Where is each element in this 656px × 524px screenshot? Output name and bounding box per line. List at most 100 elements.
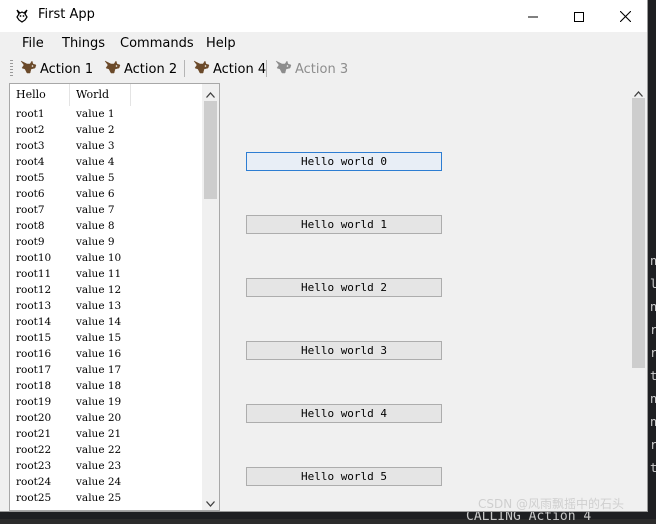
column-divider[interactable] <box>69 84 70 106</box>
tree-cell-hello: root6 <box>16 188 45 200</box>
hello-world-button-2[interactable]: Hello world 2 <box>246 278 442 297</box>
tree-cell-hello: root8 <box>16 220 45 232</box>
hello-world-button-3[interactable]: Hello world 3 <box>246 341 442 360</box>
terminal-glyph: n <box>650 254 656 268</box>
menu-help[interactable]: Help <box>206 36 236 51</box>
column-divider[interactable] <box>130 84 131 106</box>
terminal-glyph: r <box>650 438 656 452</box>
tree-cell-hello: root3 <box>16 140 45 152</box>
chevron-up-icon <box>206 84 215 102</box>
column-header-hello[interactable]: Hello <box>16 88 46 101</box>
tree-cell-hello: root10 <box>16 252 52 264</box>
tree-cell-world: value 24 <box>76 476 122 488</box>
toolbar-action-4[interactable]: Action 4 <box>193 59 266 79</box>
hello-world-button-1[interactable]: Hello world 1 <box>246 215 442 234</box>
maximize-icon <box>574 7 584 26</box>
tree-cell-world: value 25 <box>76 492 122 504</box>
tree-cell-world: value 21 <box>76 428 122 440</box>
hello-world-button-4[interactable]: Hello world 4 <box>246 404 442 423</box>
tree-cell-hello: root15 <box>16 332 52 344</box>
gnu-icon <box>20 60 37 78</box>
tree-cell-hello: root9 <box>16 236 45 248</box>
tree-scrollbar[interactable] <box>202 84 219 510</box>
tree-cell-hello: root14 <box>16 316 52 328</box>
tree-cell-world: value 11 <box>76 268 122 280</box>
tree-cell-world: value 20 <box>76 412 122 424</box>
tree-cell-hello: root18 <box>16 380 52 392</box>
tree-cell-hello: root12 <box>16 284 52 296</box>
tree-cell-world: value 16 <box>76 348 122 360</box>
close-button[interactable] <box>602 0 648 32</box>
gnu-icon <box>14 8 30 24</box>
maximize-button[interactable] <box>556 0 602 32</box>
tree-cell-world: value 2 <box>76 124 115 136</box>
tree-cell-hello: root4 <box>16 156 45 168</box>
tree-cell-hello: root16 <box>16 348 52 360</box>
toolbar-action-2[interactable]: Action 2 <box>104 59 177 79</box>
tree-cell-world: value 10 <box>76 252 122 264</box>
tree-cell-hello: root17 <box>16 364 52 376</box>
terminal-glyph: r <box>650 346 656 360</box>
menu-commands[interactable]: Commands <box>120 36 194 51</box>
tree-cell-world: value 1 <box>76 108 115 120</box>
title-bar[interactable]: First App <box>0 0 647 32</box>
hello-world-button-5[interactable]: Hello world 5 <box>246 467 442 486</box>
toolbar: Action 1 Action 2 Action 4 Action 3 <box>0 56 647 81</box>
toolbar-separator <box>184 60 185 77</box>
gnu-icon <box>275 60 292 78</box>
tree-cell-hello: root19 <box>16 396 52 408</box>
tree-cell-hello: root24 <box>16 476 52 488</box>
tree-cell-world: value 4 <box>76 156 115 168</box>
tree-cell-world: value 14 <box>76 316 122 328</box>
terminal-glyph: l <box>650 277 656 291</box>
tree-cell-world: value 12 <box>76 284 122 296</box>
minimize-button[interactable] <box>510 0 556 32</box>
toolbar-grip[interactable] <box>10 60 13 77</box>
tree-cell-hello: root21 <box>16 428 52 440</box>
tree-cell-world: value 23 <box>76 460 122 472</box>
tree-cell-hello: root11 <box>16 268 52 280</box>
tree-header: Hello World <box>10 84 203 107</box>
tree-cell-world: value 15 <box>76 332 122 344</box>
toolbar-action-1[interactable]: Action 1 <box>20 59 93 79</box>
tree-cell-hello: root25 <box>16 492 52 504</box>
tree-cell-hello: root13 <box>16 300 52 312</box>
hello-world-button-0[interactable]: Hello world 0 <box>246 152 442 171</box>
menu-things[interactable]: Things <box>62 36 105 51</box>
toolbar-label: Action 1 <box>40 61 94 77</box>
close-icon <box>619 7 631 26</box>
tree-cell-hello: root5 <box>16 172 45 184</box>
terminal-glyph: t <box>650 369 656 383</box>
tree-view[interactable]: Hello World root1 value 1 root2 value 2 root… <box>9 83 220 511</box>
tree-cell-hello: root23 <box>16 460 52 472</box>
tree-cell-hello: root1 <box>16 108 45 120</box>
menu-bar: File Things Commands Help <box>0 32 647 56</box>
gnu-icon <box>193 60 210 78</box>
tree-cell-world: value 19 <box>76 396 122 408</box>
tree-cell-hello: root2 <box>16 124 45 136</box>
scroll-down-button[interactable] <box>202 493 219 510</box>
toolbar-action-3[interactable]: Action 3 <box>275 59 348 79</box>
tree-cell-world: value 3 <box>76 140 115 152</box>
button-panel: Hello world 0 Hello world 1 Hello world 2 H… <box>221 83 647 511</box>
toolbar-label: Action 2 <box>124 61 178 77</box>
tree-cell-world: value 13 <box>76 300 122 312</box>
minimize-icon <box>528 7 538 26</box>
terminal-glyph: n <box>650 392 656 406</box>
tree-cell-world: value 7 <box>76 204 115 216</box>
app-window: First App File Things Commands Help Acti… <box>0 0 648 512</box>
tree-cell-world: value 5 <box>76 172 115 184</box>
column-header-world[interactable]: World <box>76 88 109 101</box>
panel-scrollbar[interactable] <box>630 83 647 511</box>
tree-cell-world: value 9 <box>76 236 115 248</box>
tree-cell-hello: root20 <box>16 412 52 424</box>
terminal-glyph: n <box>650 415 656 429</box>
scroll-thumb[interactable] <box>204 101 217 199</box>
scroll-up-button[interactable] <box>202 84 219 101</box>
toolbar-label: Action 4 <box>213 61 267 77</box>
menu-file[interactable]: File <box>22 36 44 51</box>
terminal-glyph: t <box>650 461 656 475</box>
tree-cell-world: value 8 <box>76 220 115 232</box>
scroll-thumb[interactable] <box>632 98 645 368</box>
terminal-glyph: r <box>650 323 656 337</box>
